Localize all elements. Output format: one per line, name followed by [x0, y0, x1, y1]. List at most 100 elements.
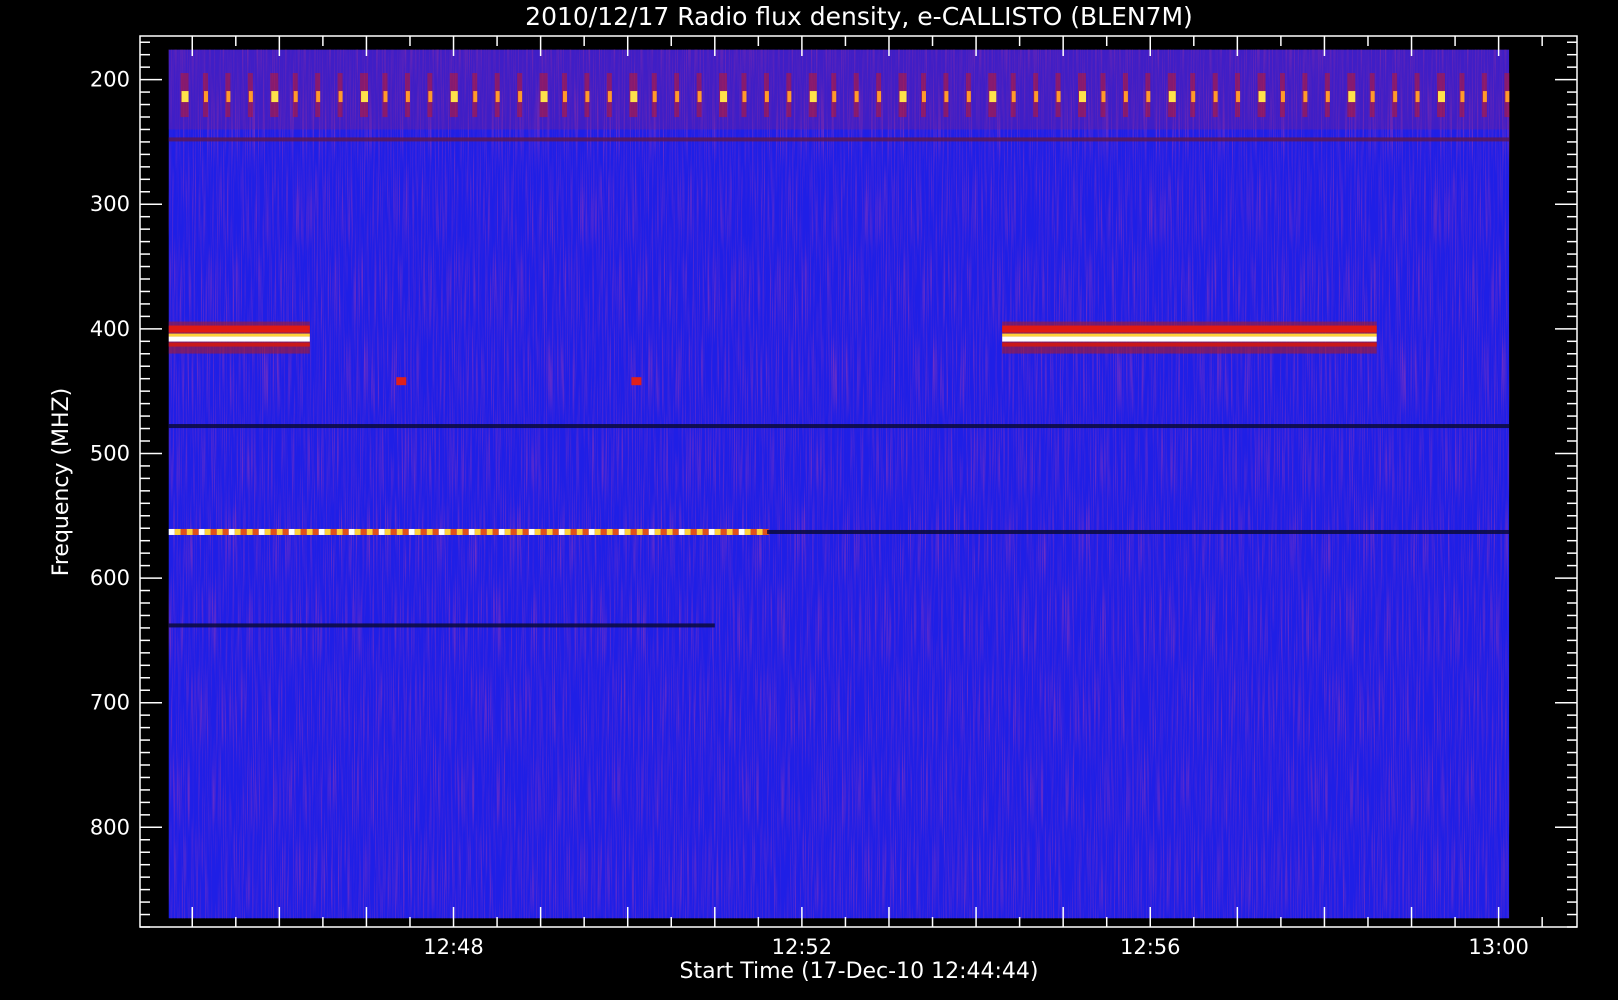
feature-band-segment	[402, 528, 409, 535]
feature-band-segment	[534, 528, 541, 535]
feature-pulse	[720, 91, 728, 103]
feature-band-segment	[672, 528, 679, 535]
feature-pulse	[562, 91, 567, 103]
feature-band-segment	[186, 528, 193, 535]
feature-band-segment	[714, 528, 721, 535]
feature-band-segment	[198, 528, 205, 535]
feature-pulse	[473, 91, 478, 103]
feature-band-core-yellow	[1002, 333, 1377, 337]
y-tick-label: 300	[90, 192, 130, 216]
feature-band-segment	[288, 528, 295, 535]
feature-band-segment	[246, 528, 253, 535]
feature-pulse	[1303, 91, 1308, 103]
feature-pulse	[944, 91, 949, 103]
feature-band-segment	[324, 528, 331, 535]
feature-band-segment	[618, 528, 625, 535]
feature-band-edge	[1002, 342, 1377, 347]
feature-band-segment	[456, 528, 463, 535]
feature-band-segment	[210, 528, 217, 535]
feature-band-segment	[348, 528, 355, 535]
feature-pulse	[607, 91, 612, 103]
feature-band-segment	[366, 528, 373, 535]
feature-band-segment	[234, 528, 241, 535]
feature-band-segment	[408, 528, 415, 535]
feature-band-segment	[294, 528, 301, 535]
feature-band-core-red	[168, 325, 310, 333]
feature-band-segment	[522, 528, 529, 535]
feature-band-segment	[306, 528, 313, 535]
feature-band-segment	[450, 528, 457, 535]
feature-pulse	[1034, 91, 1039, 103]
feature-band-segment	[282, 528, 289, 535]
feature-band-segment	[426, 528, 433, 535]
feature-pulse	[1460, 91, 1465, 103]
feature-band-segment	[702, 528, 709, 535]
feature-band-core-red	[1002, 325, 1377, 333]
feature-pulse	[428, 91, 433, 103]
feature-band-segment	[546, 528, 553, 535]
feature-band-core	[168, 336, 310, 342]
feature-band-segment	[384, 528, 391, 535]
feature-pulse	[450, 91, 458, 103]
feature-pulse	[1146, 91, 1151, 103]
feature-band-segment	[540, 528, 547, 535]
feature-band-segment	[312, 528, 319, 535]
feature-pulse	[203, 91, 208, 103]
feature-pulse	[742, 91, 747, 103]
y-tick-label: 500	[90, 441, 130, 465]
feature-pulse	[1168, 91, 1176, 103]
feature-pulse	[1123, 91, 1128, 103]
feature-band-segment	[276, 528, 283, 535]
feature-band-segment	[720, 528, 727, 535]
feature-band-segment	[516, 528, 523, 535]
feature-pulse	[1280, 91, 1285, 103]
feature-band-segment	[630, 528, 637, 535]
feature-band-segment	[750, 528, 757, 535]
feature-pulse	[405, 91, 410, 103]
feature-pulse	[764, 91, 769, 103]
feature-band-segment	[264, 528, 271, 535]
feature-band-segment	[756, 528, 763, 535]
feature-band-segment	[432, 528, 439, 535]
feature-band-segment	[372, 528, 379, 535]
feature-pulse	[921, 91, 926, 103]
feature-band-segment	[420, 528, 427, 535]
y-tick-label: 700	[90, 691, 130, 715]
feature-band-segment	[690, 528, 697, 535]
feature-pulse	[832, 91, 837, 103]
feature-pulse	[248, 91, 253, 103]
feature-band-segment	[444, 528, 451, 535]
feature-band-segment	[180, 528, 187, 535]
feature-pulse	[630, 91, 638, 103]
feature-pulse	[1213, 91, 1218, 103]
feature-band-segment	[228, 528, 235, 535]
feature-band-segment	[396, 528, 403, 535]
feature-band-segment	[354, 528, 361, 535]
feature-band-segment	[552, 528, 559, 535]
feature-band-segment	[336, 528, 343, 535]
feature-band-segment	[300, 528, 307, 535]
feature-pulse	[1056, 91, 1061, 103]
x-tick-label: 12:48	[423, 935, 484, 959]
x-tick-label: 12:52	[772, 935, 833, 959]
feature-band-segment	[414, 528, 421, 535]
feature-band-segment	[510, 528, 517, 535]
spectrogram-top-noise	[168, 49, 1510, 130]
feature-band	[767, 529, 1510, 534]
feature-band	[168, 424, 1510, 429]
feature-band-segment	[726, 528, 733, 535]
feature-band-segment	[570, 528, 577, 535]
feature-band-segment	[480, 528, 487, 535]
feature-band	[168, 137, 1510, 142]
feature-band-segment	[174, 528, 181, 535]
feature-band-segment	[642, 528, 649, 535]
feature-band-segment	[360, 528, 367, 535]
feature-band-segment	[216, 528, 223, 535]
feature-band-segment	[318, 528, 325, 535]
feature-band-segment	[330, 528, 337, 535]
feature-band-segment	[558, 528, 565, 535]
feature-pulse	[1393, 91, 1398, 103]
chart-title: 2010/12/17 Radio flux density, e-CALLIST…	[525, 2, 1193, 31]
feature-band-segment	[222, 528, 229, 535]
feature-pulse	[787, 91, 792, 103]
